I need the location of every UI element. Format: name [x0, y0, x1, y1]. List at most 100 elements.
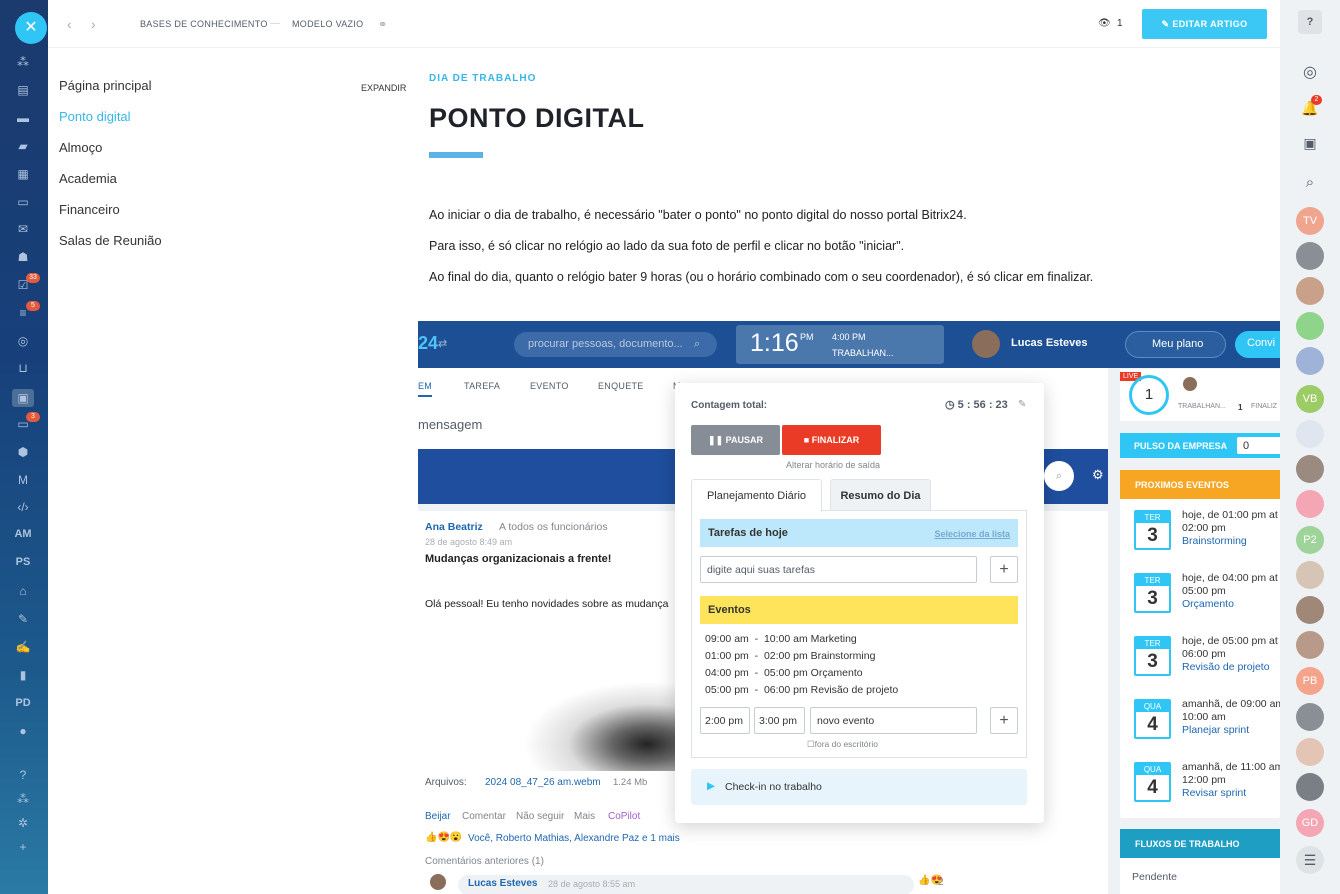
mail-icon[interactable]: ✉: [14, 222, 32, 236]
edit-doc-icon[interactable]: ✎: [14, 612, 32, 626]
tasks-header: Tarefas de hoje Selecione da lista: [700, 519, 1018, 547]
event-line1: amanhã, de 09:00 am: [1182, 698, 1282, 710]
cal-day-name: TER: [1136, 575, 1169, 586]
cal-day-name: QUA: [1136, 701, 1169, 712]
avatar[interactable]: [1296, 242, 1324, 270]
menu-item-almoco[interactable]: Almoço: [59, 140, 404, 171]
file-name: 2024 08_47_26 am.webm: [485, 777, 601, 788]
group-icon[interactable]: ☗: [14, 250, 32, 264]
check-circle-icon[interactable]: ●: [14, 724, 32, 738]
feed-search-icon: ⌕: [1044, 461, 1074, 491]
settings-icon[interactable]: ✲: [14, 816, 32, 830]
search-icon[interactable]: ⌕: [1296, 169, 1324, 197]
clock-pm: PM: [800, 332, 814, 342]
avatar[interactable]: [1296, 773, 1324, 801]
finished-label: FINALIZ: [1251, 403, 1278, 410]
stop-icon: ■: [803, 435, 812, 445]
menu-item-salas[interactable]: Salas de Reunião: [59, 233, 404, 264]
avatar[interactable]: [1296, 420, 1324, 448]
feed-icon[interactable]: ▬: [14, 111, 32, 125]
avatar[interactable]: [1296, 596, 1324, 624]
box-icon[interactable]: ⬢: [14, 445, 32, 459]
target-icon[interactable]: ◎: [14, 334, 32, 348]
drive-icon[interactable]: ▭: [14, 195, 32, 209]
menu-item-academia[interactable]: Academia: [59, 171, 404, 202]
breadcrumb-blank-template[interactable]: MODELO VAZIO: [292, 19, 363, 29]
breadcrumb-separator: —: [270, 18, 280, 29]
add-icon[interactable]: +: [14, 840, 32, 854]
cart-icon[interactable]: ⊔: [14, 361, 32, 375]
forward-icon[interactable]: ›: [91, 16, 96, 32]
action-like: Beijar: [425, 811, 451, 822]
menu-icon[interactable]: ☰: [1296, 846, 1324, 874]
tasks-badge: 33: [26, 273, 40, 283]
avatar[interactable]: [1296, 347, 1324, 375]
event-row-4: 05:00 pm - 06:00 pm Revisão de projeto: [705, 684, 898, 696]
working-label: TRABALHAN...: [1178, 403, 1226, 410]
comment-reaction-count: 2: [938, 877, 944, 888]
reactions-list: Você, Roberto Mathias, Alexandre Paz e 1…: [468, 833, 680, 844]
event-time: 01:00 pm - 02:00 pm: [705, 650, 808, 662]
breadcrumb-knowledge-bases[interactable]: BASES DE CONHECIMENTO: [140, 19, 268, 29]
add-event-icon: +: [990, 707, 1018, 734]
avatar-tv[interactable]: TV: [1296, 207, 1324, 235]
edit-time-icon: ✎: [1018, 399, 1027, 410]
avatar-vb[interactable]: VB: [1296, 385, 1324, 413]
chat-icon[interactable]: ▰: [14, 139, 32, 153]
close-icon[interactable]: ✕: [15, 12, 47, 44]
help-icon[interactable]: ?: [1298, 10, 1322, 34]
bank-icon[interactable]: ⌂: [14, 584, 32, 598]
menu-item-financeiro[interactable]: Financeiro: [59, 202, 404, 233]
event-card: TER 3 hoje, de 04:00 pm at 05:00 pm Orçament…: [1120, 564, 1280, 627]
event-name: Orçamento: [810, 667, 863, 679]
collab-icon[interactable]: ⁂: [14, 55, 32, 69]
avatar[interactable]: [1296, 703, 1324, 731]
avatar[interactable]: [1296, 631, 1324, 659]
app-am[interactable]: AM: [8, 528, 38, 540]
event-from-input: 2:00 pm: [700, 707, 750, 734]
pencil-icon: ✎: [1161, 19, 1173, 29]
calendar-icon[interactable]: ▦: [14, 167, 32, 181]
alter-exit-time: Alterar horário de saída: [786, 460, 881, 470]
app-ps[interactable]: PS: [8, 556, 38, 568]
marketing-icon[interactable]: M: [14, 473, 32, 487]
menu-item-ponto-digital[interactable]: Ponto digital: [59, 109, 404, 140]
avatar-gd[interactable]: GD: [1296, 809, 1324, 837]
document-icon[interactable]: ▤: [14, 83, 32, 97]
app-pd[interactable]: PD: [8, 697, 38, 709]
post-date: 28 de agosto 8:49 am: [425, 537, 513, 547]
avatar[interactable]: [1296, 455, 1324, 483]
avatar-pb[interactable]: PB: [1296, 667, 1324, 695]
event-time: 04:00 pm - 05:00 pm: [705, 667, 808, 679]
sign-icon[interactable]: ✍: [14, 640, 32, 654]
feed-settings-icon: ⚙: [1092, 467, 1104, 482]
event-link: Orçamento: [1182, 598, 1234, 610]
avatar[interactable]: [1296, 312, 1324, 340]
messages-icon[interactable]: ▣: [1296, 129, 1324, 157]
workday-popup: Contagem total: ◷ 5 : 56 : 23 ✎ ❚❚ PAUSA…: [675, 383, 1044, 823]
avatar[interactable]: [1296, 561, 1324, 589]
target-icon[interactable]: ◎: [1296, 59, 1324, 87]
search-area: ⌕ ⚙: [1044, 379, 1104, 491]
edit-article-button[interactable]: ✎ EDITAR ARTIGO: [1142, 9, 1267, 39]
avatar: [972, 330, 1000, 358]
crm-badge: 5: [26, 301, 40, 311]
clock-status: TRABALHAN...: [832, 348, 894, 358]
cal-day-number: 4: [1147, 714, 1158, 735]
menu-item-home[interactable]: Página principal: [59, 78, 404, 109]
total-time: ◷ 5 : 56 : 23: [945, 398, 1008, 411]
avatar[interactable]: [1296, 490, 1324, 518]
avatar[interactable]: [1296, 738, 1324, 766]
sitemap-icon[interactable]: ⁂: [14, 792, 32, 806]
title-underline: [429, 152, 483, 158]
back-icon[interactable]: ‹: [67, 16, 72, 32]
live-count: 1: [1129, 375, 1169, 415]
analytics-icon[interactable]: ▮: [14, 668, 32, 682]
link-icon[interactable]: ⚭: [378, 18, 387, 31]
knowledge-icon[interactable]: ▣: [12, 389, 34, 407]
code-icon[interactable]: ‹/›: [14, 500, 32, 514]
avatar-p2[interactable]: P2: [1296, 526, 1324, 554]
avatar[interactable]: [1296, 277, 1324, 305]
help-icon[interactable]: ?: [14, 768, 32, 782]
paragraph-1: Ao iniciar o dia de trabalho, é necessár…: [429, 208, 967, 222]
